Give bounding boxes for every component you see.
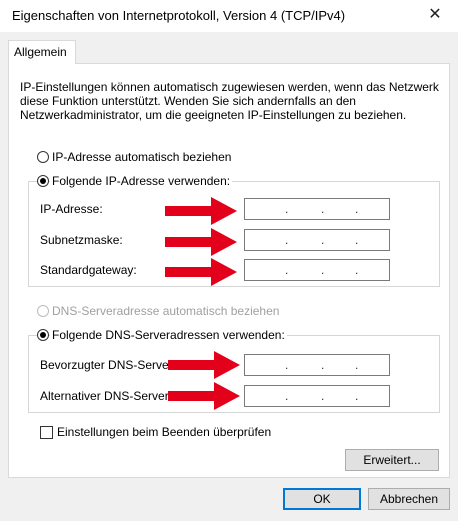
ip-address-label: IP-Adresse:	[40, 202, 103, 216]
red-arrow-icon	[165, 197, 237, 225]
preferred-dns-label: Bevorzugter DNS-Server:	[40, 358, 177, 372]
close-button[interactable]: ✕	[424, 5, 446, 25]
red-arrow-icon	[168, 382, 240, 410]
red-arrow-icon	[168, 351, 240, 379]
subnet-mask-input[interactable]: ...	[244, 229, 390, 251]
advanced-button[interactable]: Erweitert...	[345, 449, 439, 471]
subnet-mask-label: Subnetzmaske:	[40, 233, 123, 247]
validate-label[interactable]: Einstellungen beim Beenden überprüfen	[57, 425, 271, 439]
ip-auto-label[interactable]: IP-Adresse automatisch beziehen	[52, 150, 231, 164]
dns-auto-label: DNS-Serveradresse automatisch beziehen	[52, 304, 280, 318]
dns-manual-radio[interactable]	[37, 329, 49, 341]
ip-manual-radio[interactable]	[37, 175, 49, 187]
ip-address-input[interactable]: ...	[244, 198, 390, 220]
ip-auto-radio[interactable]	[37, 151, 49, 163]
dns-manual-label[interactable]: Folgende DNS-Serveradressen verwenden:	[50, 328, 287, 342]
ok-button[interactable]: OK	[283, 488, 361, 510]
default-gateway-input[interactable]: ...	[244, 259, 390, 281]
red-arrow-icon	[165, 228, 237, 256]
validate-checkbox[interactable]	[40, 426, 53, 439]
cancel-button[interactable]: Abbrechen	[368, 488, 450, 510]
preferred-dns-input[interactable]: ...	[244, 354, 390, 376]
red-arrow-icon	[165, 258, 237, 286]
alternate-dns-input[interactable]: ...	[244, 385, 390, 407]
ip-manual-label[interactable]: Folgende IP-Adresse verwenden:	[50, 174, 233, 188]
description-text: IP-Einstellungen können automatisch zuge…	[20, 80, 439, 122]
window-title: Eigenschaften von Internetprotokoll, Ver…	[12, 8, 346, 23]
tab-allgemein[interactable]: Allgemein	[8, 40, 76, 64]
dns-auto-radio	[37, 305, 49, 317]
alternate-dns-label: Alternativer DNS-Server:	[40, 389, 173, 403]
default-gateway-label: Standardgateway:	[40, 263, 137, 277]
